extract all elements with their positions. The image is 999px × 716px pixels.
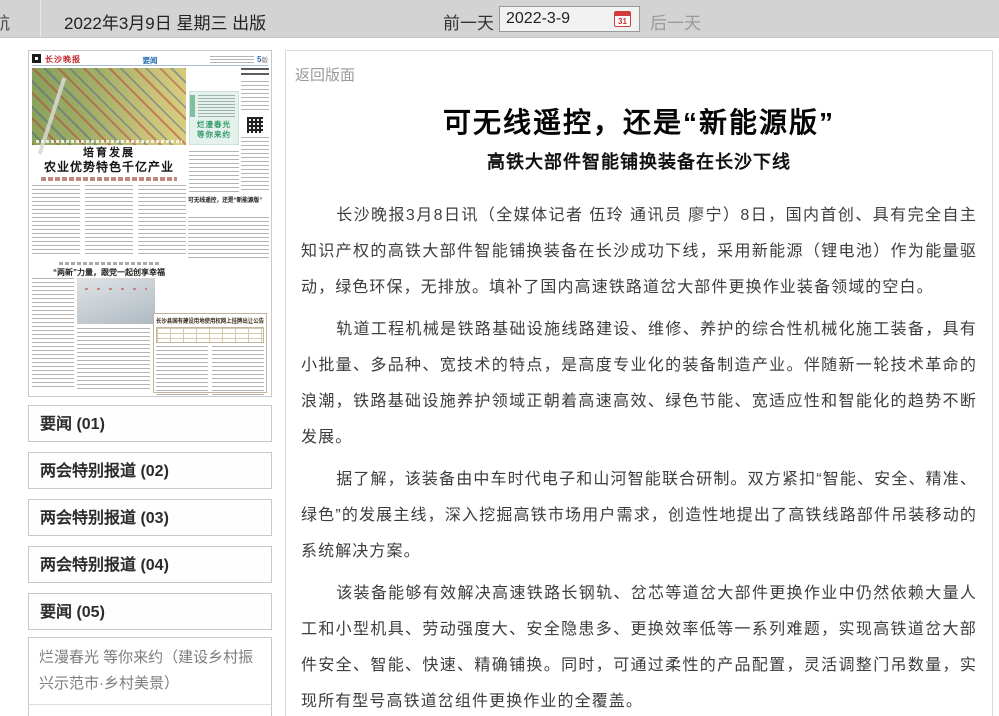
publish-date-label: 2022年3月9日 星期三 出版 (64, 9, 266, 34)
thumb-main-headline-line1: 培育发展 (32, 147, 186, 160)
simulated-text-column (156, 346, 208, 396)
thumb-mid-kicker-line (59, 262, 159, 265)
article-paragraph: 该装备能够有效解决高速铁路长钢轨、岔芯等道岔大部件更换作业中仍然依赖大量人工和小… (301, 576, 977, 716)
thumb-page-number: 5版 (257, 54, 268, 64)
thumb-side-headline: 可无线遥控，还是“新能源版” (188, 197, 265, 206)
app-window: 航 2022年3月9日 星期三 出版 前一天 31 后一天 长沙晚报 要闻 5版 (0, 0, 999, 716)
promo-title: 烂漫春光 等你来约 (190, 120, 238, 140)
page-nav-list: 要闻 (01) 两会特别报道 (02) 两会特别报道 (03) 两会特别报道 (… (28, 405, 272, 716)
article-paragraph: 据了解，该装备由中车时代电子和山河智能联合研制。双方紧扣“智能、安全、精准、绿色… (301, 462, 977, 570)
simulated-text-column (138, 185, 186, 257)
nav-label-partial[interactable]: 航 (0, 9, 10, 34)
sidebar-item-page-05[interactable]: 要闻 (05) (28, 593, 272, 630)
simulated-text-lines (188, 217, 269, 261)
previous-day-button[interactable]: 前一天 (443, 9, 494, 34)
land-notice-text (156, 346, 264, 396)
sidebar-item-page-01[interactable]: 要闻 (01) (28, 405, 272, 442)
simulated-text-column (85, 185, 133, 257)
article-link[interactable]: 培育发展农业优势特色千亿产业 (29, 704, 271, 716)
article-paragraph: 长沙晚报3月8日讯（全媒体记者 伍玲 通讯员 廖宁）8日，国内首创、具有完全自主… (301, 198, 977, 306)
thumb-text-columns (32, 185, 186, 257)
thumb-masthead: 长沙晚报 要闻 5版 (32, 53, 268, 66)
sidebar: 长沙晚报 要闻 5版 烂漫春光 等你来约 (28, 50, 272, 716)
page-number-suffix: 版 (262, 57, 269, 64)
next-day-button-disabled: 后一天 (650, 9, 701, 34)
calendar-icon[interactable]: 31 (614, 11, 631, 27)
thumb-main-headline: 培育发展 农业优势特色千亿产业 (32, 147, 186, 174)
worker-photo (77, 278, 155, 324)
article-subtitle: 高铁大部件智能铺换装备在长沙下线 (286, 148, 992, 174)
simulated-text-column (32, 278, 74, 390)
calendar-icon-day: 31 (615, 17, 630, 26)
simulated-text-lines (241, 137, 269, 193)
article-panel: 返回版面 可无线遥控，还是“新能源版” 高铁大部件智能铺换装备在长沙下线 长沙晚… (285, 50, 993, 716)
sidebar-item-page-03[interactable]: 两会特别报道 (03) (28, 499, 272, 536)
promo-text-lines (198, 95, 235, 117)
simulated-text-lines (241, 81, 269, 113)
toolbar: 航 2022年3月9日 星期三 出版 前一天 31 后一天 (0, 0, 999, 38)
aerial-village-photo (32, 68, 186, 145)
promo-line1: 烂漫春光 (190, 120, 238, 130)
toolbar-divider (40, 0, 41, 37)
land-notice-title: 长沙县国有建设用地使用权网上挂牌出让公告 (156, 316, 253, 325)
photo-caption-lines (36, 140, 182, 143)
sidebar-item-page-04[interactable]: 两会特别报道 (04) (28, 546, 272, 583)
thumb-subhead-line (41, 177, 177, 181)
thumb-mid-headline-text: “两新”力量，跟党一起创享幸福 (32, 267, 186, 278)
thumb-mid-headline: “两新”力量，跟党一起创享幸福 (32, 262, 186, 278)
back-to-layout-link[interactable]: 返回版面 (295, 64, 355, 85)
article-paragraph: 轨道工程机械是铁路基础设施线路建设、维修、养护的综合性机械化施工装备，具有小批量… (301, 312, 977, 456)
thumb-right-column (241, 68, 269, 193)
promo-box: 烂漫春光 等你来约 (189, 91, 239, 145)
masthead-date-lines (210, 56, 254, 63)
article-body: 长沙晚报3月8日讯（全媒体记者 伍玲 通讯员 廖宁）8日，国内首创、具有完全自主… (301, 198, 977, 716)
land-notice-box: 长沙县国有建设用地使用权网上挂牌出让公告 (153, 313, 267, 393)
simulated-text-column (212, 346, 264, 396)
qr-code (247, 117, 263, 133)
article-link[interactable]: 烂漫春光 等你来约（建设乡村振兴示范市·乡村美景） (29, 638, 271, 704)
simulated-text-lines (189, 151, 239, 193)
simulated-headline-lines (241, 68, 269, 78)
thumb-main-headline-line2: 农业优势特色千亿产业 (32, 160, 186, 174)
article-link-list: 烂漫春光 等你来约（建设乡村振兴示范市·乡村美景） 培育发展农业优势特色千亿产业 (28, 637, 272, 716)
sidebar-item-page-02[interactable]: 两会特别报道 (02) (28, 452, 272, 489)
article-title: 可无线遥控，还是“新能源版” (286, 101, 992, 141)
photo-road-shape (38, 77, 67, 154)
land-notice-table (156, 327, 264, 343)
simulated-text-column (77, 328, 150, 390)
promo-tag (190, 95, 195, 117)
promo-line2: 等你来约 (190, 130, 238, 140)
simulated-text-column (32, 185, 80, 257)
newspaper-page-thumbnail[interactable]: 长沙晚报 要闻 5版 烂漫春光 等你来约 (28, 50, 272, 397)
